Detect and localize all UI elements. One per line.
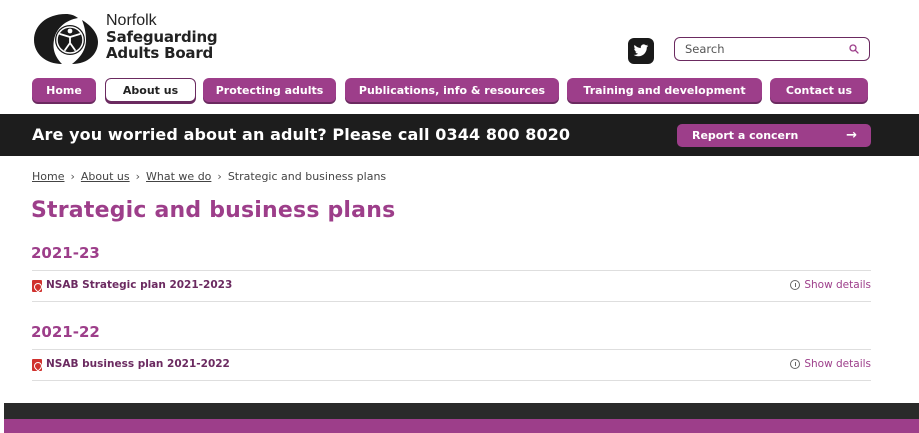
show-details-button[interactable]: Show details (790, 358, 871, 370)
show-details-label: Show details (804, 279, 871, 291)
report-concern-button[interactable]: Report a concern → (677, 124, 871, 147)
document-link[interactable]: NSAB business plan 2021-2022 (46, 358, 230, 370)
nsab-logo-icon[interactable] (32, 12, 100, 66)
show-details-label: Show details (804, 358, 871, 370)
info-icon (790, 280, 801, 290)
pdf-icon (32, 359, 42, 371)
search-box[interactable] (674, 37, 870, 61)
breadcrumb-current: Strategic and business plans (227, 170, 387, 183)
breadcrumb-separator: › (135, 170, 141, 183)
logo-line-adults-board: Adults Board (106, 44, 214, 62)
nav-publications[interactable]: Publications, info & resources (345, 78, 559, 102)
twitter-icon[interactable] (628, 38, 654, 64)
document-row: NSAB business plan 2021-2022 Show detail… (32, 349, 871, 381)
logo-text[interactable]: Norfolk Safeguarding Adults Board (106, 12, 218, 62)
show-details-button[interactable]: Show details (790, 279, 871, 291)
breadcrumb-separator: › (70, 170, 75, 183)
search-icon[interactable] (849, 44, 859, 54)
breadcrumb-home[interactable]: Home (32, 170, 64, 183)
footer-purple-band (4, 419, 919, 433)
search-input[interactable] (685, 41, 835, 57)
breadcrumb: Home › About us › What we do › Strategic and b… (32, 170, 386, 183)
helpline-text: Are you worried about an adult? Please c… (32, 125, 571, 144)
page-title: Strategic and business plans (31, 198, 396, 223)
arrow-right-icon: → (846, 128, 857, 143)
section-heading-2021-22: 2021-22 (31, 323, 100, 341)
breadcrumb-separator: › (217, 170, 222, 183)
nav-home[interactable]: Home (32, 78, 96, 102)
section-heading-2021-23: 2021-23 (31, 244, 100, 262)
nav-training[interactable]: Training and development (567, 78, 762, 102)
nav-contact-us[interactable]: Contact us (770, 78, 868, 102)
document-link[interactable]: NSAB Strategic plan 2021-2023 (46, 279, 232, 291)
breadcrumb-what-we-do[interactable]: What we do (146, 170, 211, 183)
site-header: Norfolk Safeguarding Adults Board (0, 0, 919, 72)
document-row: NSAB Strategic plan 2021-2023 Show detai… (32, 270, 871, 302)
footer-dark-band (4, 403, 919, 419)
info-icon (790, 359, 801, 369)
report-concern-label: Report a concern (692, 129, 799, 142)
helpline-banner: Are you worried about an adult? Please c… (0, 114, 919, 156)
breadcrumb-about-us[interactable]: About us (81, 170, 130, 183)
logo-line-safeguarding: Safeguarding (106, 28, 218, 46)
nav-protecting-adults[interactable]: Protecting adults (203, 78, 336, 102)
pdf-icon (32, 280, 42, 292)
nav-about-us[interactable]: About us (105, 78, 196, 102)
logo-line-norfolk: Norfolk (106, 12, 157, 29)
